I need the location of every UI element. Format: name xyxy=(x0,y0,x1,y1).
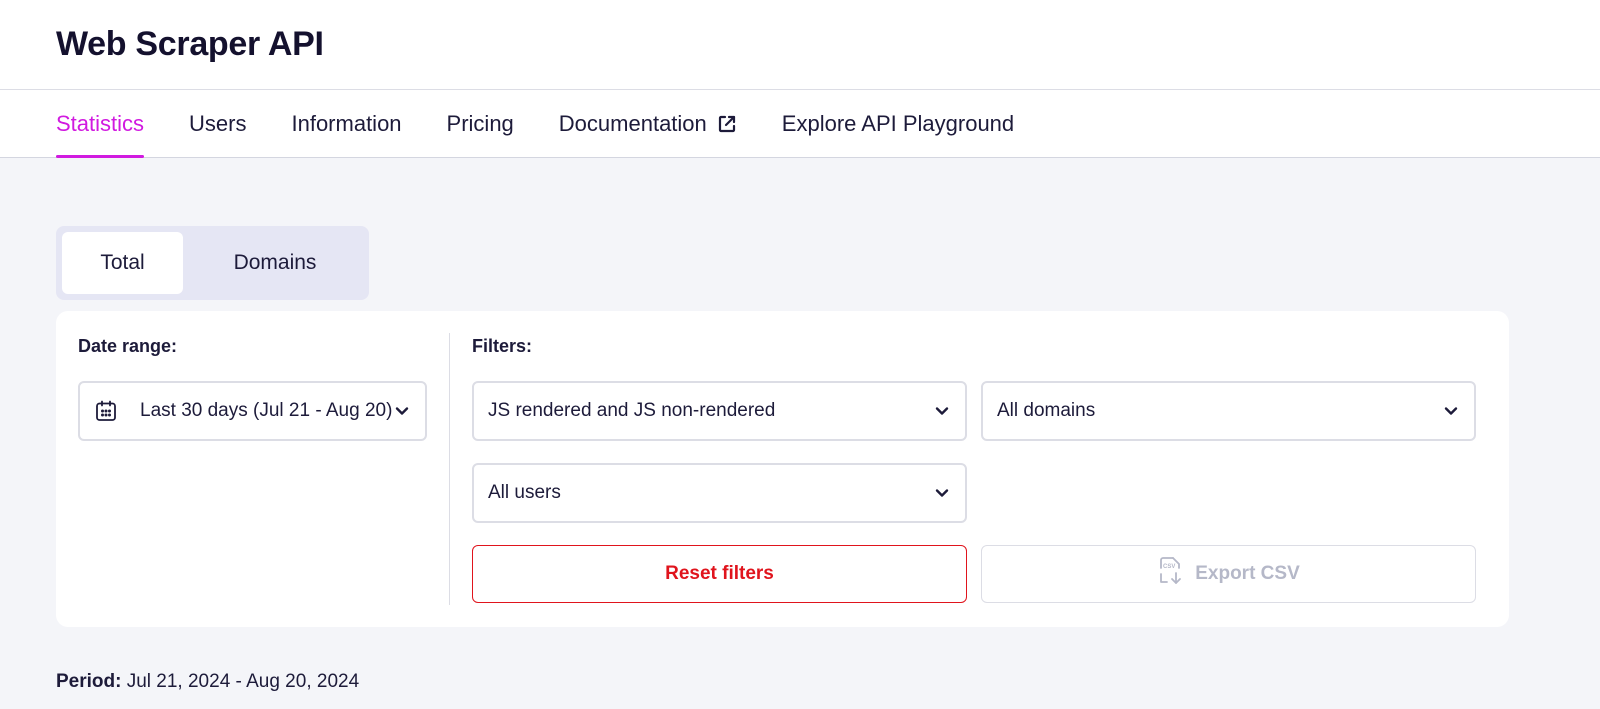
tab-label: Users xyxy=(189,110,247,136)
rendering-filter-select[interactable]: JS rendered and JS non-rendered xyxy=(472,381,967,441)
svg-text:CSV: CSV xyxy=(1163,564,1175,570)
chevron-down-icon xyxy=(1442,402,1460,420)
toggle-total[interactable]: Total xyxy=(62,232,183,294)
tab-label: Explore API Playground xyxy=(781,110,1015,136)
tab-label: Documentation xyxy=(558,110,707,136)
reset-filters-label: Reset filters xyxy=(665,563,774,584)
export-csv-button[interactable]: CSV Export CSV xyxy=(981,545,1476,603)
users-filter-select[interactable]: All users xyxy=(472,463,967,523)
chevron-down-icon xyxy=(933,402,951,420)
period-value: Jul 21, 2024 - Aug 20, 2024 xyxy=(126,671,360,692)
filters-card: Date range: Last 30 days (Jul 21 - Aug 2… xyxy=(56,311,1509,627)
date-range-label: Date range: xyxy=(78,336,178,356)
date-range-value: Last 30 days (Jul 21 - Aug 20) xyxy=(140,400,393,421)
tab-label: Pricing xyxy=(446,110,514,136)
domains-filter-value: All domains xyxy=(997,400,1096,421)
tab-statistics[interactable]: Statistics xyxy=(56,90,145,158)
domains-filter-select[interactable]: All domains xyxy=(981,381,1476,441)
main-content: Total Domains Date range: Last 30 days (… xyxy=(0,158,1600,693)
view-toggle: Total Domains xyxy=(56,226,369,300)
tab-documentation[interactable]: Documentation xyxy=(559,90,737,157)
export-csv-label: Export CSV xyxy=(1195,563,1300,584)
filters-section: Filters: JS rendered and JS non-rendered… xyxy=(450,333,1487,605)
app-title: Web Scraper API xyxy=(56,25,324,63)
calendar-icon xyxy=(94,399,118,423)
chevron-down-icon xyxy=(393,402,411,420)
tab-bar: Statistics Users Information Pricing Doc… xyxy=(0,90,1600,158)
reset-filters-button[interactable]: Reset filters xyxy=(472,545,967,603)
tab-label: Statistics xyxy=(56,110,145,136)
rendering-filter-value: JS rendered and JS non-rendered xyxy=(488,400,776,421)
tab-information[interactable]: Information xyxy=(291,90,401,157)
filters-label: Filters: xyxy=(472,336,533,356)
tab-explore-api-playground[interactable]: Explore API Playground xyxy=(782,90,1014,157)
external-link-icon xyxy=(717,114,737,134)
users-filter-value: All users xyxy=(488,482,561,503)
chevron-down-icon xyxy=(933,484,951,502)
csv-download-icon: CSV xyxy=(1157,556,1185,592)
page-header: Web Scraper API xyxy=(0,0,1600,90)
tab-pricing[interactable]: Pricing xyxy=(447,90,514,157)
date-range-select[interactable]: Last 30 days (Jul 21 - Aug 20) xyxy=(78,381,427,441)
tab-users[interactable]: Users xyxy=(189,90,246,157)
filters-grid: JS rendered and JS non-rendered All doma… xyxy=(472,381,1487,603)
tab-label: Information xyxy=(291,110,402,136)
grid-spacer xyxy=(981,463,1476,523)
toggle-domains[interactable]: Domains xyxy=(187,232,363,294)
period-label: Period: xyxy=(56,671,122,692)
period-summary: Period: Jul 21, 2024 - Aug 20, 2024 xyxy=(56,671,1544,693)
date-range-section: Date range: Last 30 days (Jul 21 - Aug 2… xyxy=(78,333,450,605)
